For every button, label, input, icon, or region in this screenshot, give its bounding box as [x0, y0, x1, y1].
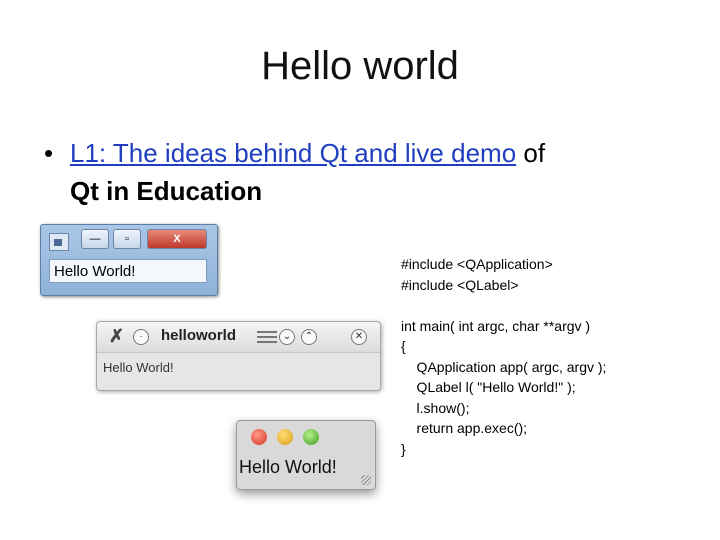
- code-line: {: [401, 338, 406, 354]
- bullet-tail: of: [516, 138, 546, 168]
- bullet-text: L1: The ideas behind Qt and live demo of…: [70, 134, 670, 210]
- code-line: #include <QApplication>: [401, 256, 553, 272]
- code-line: return app.exec();: [401, 420, 528, 436]
- code-line: l.show();: [401, 399, 470, 416]
- window-title: helloworld: [161, 327, 236, 344]
- chevron-down-icon: ⌄: [279, 329, 295, 345]
- code-line: int main( int argc, char **argv ): [401, 317, 591, 334]
- x-logo-icon: ✗: [109, 326, 125, 346]
- bullet-dot: •: [44, 138, 54, 168]
- code-line: QLabel l( "Hello World!" );: [401, 379, 576, 395]
- zoom-icon: [303, 429, 319, 445]
- hello-label: Hello World!: [49, 259, 207, 283]
- code-listing: #include <QApplication> #include <QLabel…: [401, 254, 606, 459]
- hello-label: Hello World!: [239, 457, 337, 477]
- slide-title: Hello world: [261, 44, 459, 88]
- app-icon: [49, 233, 69, 251]
- maximize-icon: ▫: [113, 229, 141, 249]
- chevron-up-icon: ⌃: [301, 329, 317, 345]
- bullet-second-line: Qt in Education: [70, 176, 263, 206]
- code-line: }: [401, 440, 406, 457]
- menu-dot-icon: ·: [133, 329, 149, 345]
- code-line: QApplication app( argc, argv );: [401, 358, 607, 375]
- lecture-link[interactable]: L1: The ideas behind Qt and live demo: [70, 138, 516, 168]
- code-line: #include <QLabel>: [401, 276, 519, 293]
- kde-titlebar: ✗ · helloworld ⌄ ⌃ ✕: [97, 322, 380, 353]
- minimize-icon: —: [81, 229, 109, 249]
- hello-label: Hello World!: [103, 360, 174, 375]
- titlebar-grip-icon: [257, 331, 277, 343]
- minimize-icon: [277, 429, 293, 445]
- close-icon: [251, 429, 267, 445]
- resize-grip-icon: [361, 475, 371, 485]
- kde-hello-window: ✗ · helloworld ⌄ ⌃ ✕ Hello World!: [96, 321, 381, 391]
- mac-hello-window: Hello World!: [236, 420, 376, 490]
- close-icon: ✕: [351, 329, 367, 345]
- windows-hello-window: — ▫ X Hello World!: [40, 224, 218, 296]
- close-icon: X: [147, 229, 207, 249]
